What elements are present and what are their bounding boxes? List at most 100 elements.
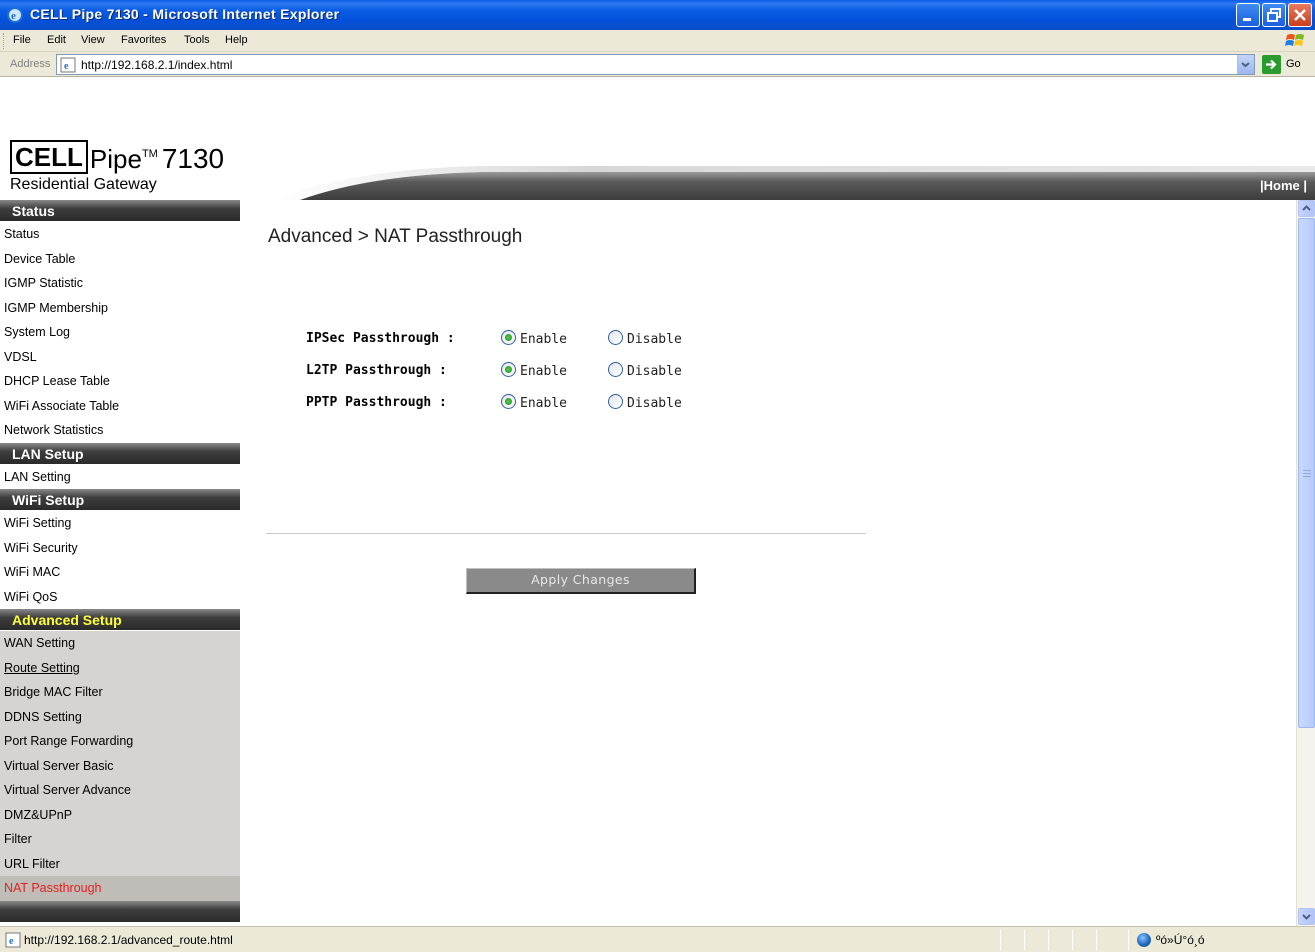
menu-help[interactable]: Help	[225, 34, 248, 46]
logo-tm: TM	[141, 148, 158, 160]
sidebar-item-filter[interactable]: Filter	[0, 827, 240, 852]
sidebar-item-wifi-associate-table[interactable]: WiFi Associate Table	[0, 394, 240, 419]
sidebar-item-port-range-forwarding[interactable]: Port Range Forwarding	[0, 729, 240, 754]
sidebar-item-system-log[interactable]: System Log	[0, 320, 240, 345]
ipsec-enable-radio[interactable]	[501, 330, 516, 345]
page-title: Advanced > NAT Passthrough	[268, 226, 523, 247]
restore-icon	[1267, 8, 1281, 22]
main-content: Advanced > NAT Passthrough IPSec Passthr…	[240, 200, 1296, 926]
window-title: CELL Pipe 7130 - Microsoft Internet Expl…	[30, 6, 340, 22]
status-text: http://192.168.2.1/advanced_route.html	[24, 933, 233, 947]
sidebar-item-network-statistics[interactable]: Network Statistics	[0, 418, 240, 443]
status-separator	[1000, 930, 1001, 950]
l2tp-passthrough-row: L2TP Passthrough : Enable Disable	[306, 361, 806, 381]
sidebar-item-dhcp-lease-table[interactable]: DHCP Lease Table	[0, 369, 240, 394]
status-separator	[1024, 930, 1025, 950]
l2tp-enable-radio[interactable]	[501, 362, 516, 377]
sidebar-item-wifi-setting[interactable]: WiFi Setting	[0, 511, 240, 536]
sidebar-item-vdsl[interactable]: VDSL	[0, 345, 240, 370]
ipsec-passthrough-row: IPSec Passthrough : Enable Disable	[306, 329, 806, 349]
pptp-passthrough-label: PPTP Passthrough :	[306, 395, 447, 410]
l2tp-passthrough-label: L2TP Passthrough :	[306, 363, 447, 378]
status-separator	[1096, 930, 1097, 950]
scroll-up-button[interactable]	[1298, 200, 1315, 217]
sidebar-section-wifi-setup[interactable]: WiFi Setup	[0, 489, 240, 511]
sidebar-item-ddns-setting[interactable]: DDNS Setting	[0, 705, 240, 730]
sidebar-item-wifi-mac[interactable]: WiFi MAC	[0, 560, 240, 585]
ie-page-icon: e	[5, 932, 21, 948]
sidebar-item-virtual-server-basic[interactable]: Virtual Server Basic	[0, 754, 240, 779]
menu-file[interactable]: File	[13, 34, 31, 46]
address-input[interactable]: e http://192.168.2.1/index.html	[56, 54, 1255, 75]
scroll-down-button[interactable]	[1298, 908, 1315, 925]
menu-tools[interactable]: Tools	[184, 34, 210, 46]
sidebar-item-wifi-qos[interactable]: WiFi QoS	[0, 585, 240, 610]
chevron-up-icon	[1302, 205, 1311, 211]
sidebar-item-lan-setting[interactable]: LAN Setting	[0, 465, 240, 490]
ipsec-disable-radio[interactable]	[608, 330, 623, 345]
l2tp-disable-radio[interactable]	[608, 362, 623, 377]
apply-changes-button[interactable]: Apply Changes	[466, 568, 696, 594]
sidebar-item-status[interactable]: Status	[0, 222, 240, 247]
ipsec-disable-label[interactable]: Disable	[627, 332, 682, 347]
sidebar-section-next-partial[interactable]	[0, 900, 240, 923]
status-bar: e http://192.168.2.1/advanced_route.html…	[0, 926, 1315, 952]
sidebar-item-device-table[interactable]: Device Table	[0, 247, 240, 272]
minimize-button[interactable]	[1236, 3, 1260, 27]
svg-text:e: e	[9, 936, 14, 947]
sidebar-item-wan-setting[interactable]: WAN Setting	[0, 631, 240, 656]
internet-zone-icon	[1137, 933, 1151, 947]
scroll-thumb[interactable]	[1298, 218, 1315, 728]
go-button[interactable]: Go	[1262, 55, 1312, 74]
address-label: Address	[10, 58, 51, 70]
sidebar-section-lan-setup[interactable]: LAN Setup	[0, 442, 240, 465]
logo-mark: CELL Pipe TM 7130	[10, 138, 224, 174]
page-viewport: CELL Pipe TM 7130 Residential Gateway |H…	[0, 78, 1315, 926]
status-separator	[1128, 930, 1129, 950]
sidebar-item-bridge-mac-filter[interactable]: Bridge MAC Filter	[0, 680, 240, 705]
maximize-button[interactable]	[1262, 3, 1286, 27]
menu-view[interactable]: View	[81, 34, 105, 46]
l2tp-enable-label[interactable]: Enable	[520, 364, 567, 379]
ipsec-passthrough-label: IPSec Passthrough :	[306, 331, 455, 346]
chevron-down-icon	[1302, 914, 1311, 920]
menu-favorites[interactable]: Favorites	[121, 34, 166, 46]
vertical-scrollbar[interactable]	[1296, 200, 1315, 926]
pptp-disable-label[interactable]: Disable	[627, 396, 682, 411]
home-link[interactable]: |Home |	[1260, 178, 1307, 193]
close-button[interactable]	[1288, 3, 1312, 27]
pptp-enable-label[interactable]: Enable	[520, 396, 567, 411]
status-separator	[1072, 930, 1073, 950]
pptp-passthrough-row: PPTP Passthrough : Enable Disable	[306, 393, 806, 413]
sidebar-item-igmp-statistic[interactable]: IGMP Statistic	[0, 271, 240, 296]
address-dropdown-button[interactable]	[1237, 55, 1254, 74]
sidebar-item-dmz-upnp[interactable]: DMZ&UPnP	[0, 803, 240, 828]
menu-bar: File Edit View Favorites Tools Help	[0, 30, 1315, 52]
sidebar-section-status[interactable]: Status	[0, 200, 240, 222]
svg-text:e: e	[11, 10, 16, 22]
ipsec-enable-label[interactable]: Enable	[520, 332, 567, 347]
sidebar-item-virtual-server-advance[interactable]: Virtual Server Advance	[0, 778, 240, 803]
sidebar-item-nat-passthrough[interactable]: NAT Passthrough	[0, 876, 240, 901]
sidebar-item-route-setting[interactable]: Route Setting	[0, 656, 240, 681]
logo-subtitle: Residential Gateway	[10, 176, 157, 193]
close-icon	[1294, 9, 1306, 21]
pptp-disable-radio[interactable]	[608, 394, 623, 409]
window-titlebar: e CELL Pipe 7130 - Microsoft Internet Ex…	[0, 0, 1315, 30]
sidebar-advanced-group: WAN Setting Route Setting Bridge MAC Fil…	[0, 631, 240, 901]
toolbar-grip	[3, 33, 6, 49]
sidebar-item-igmp-membership[interactable]: IGMP Membership	[0, 296, 240, 321]
l2tp-disable-label[interactable]: Disable	[627, 364, 682, 379]
sidebar-item-wifi-security[interactable]: WiFi Security	[0, 536, 240, 561]
menu-edit[interactable]: Edit	[47, 34, 66, 46]
ie-page-icon: e	[60, 57, 76, 73]
go-label: Go	[1286, 58, 1301, 70]
chevron-down-icon	[1241, 62, 1250, 68]
sidebar-item-url-filter[interactable]: URL Filter	[0, 852, 240, 877]
ie-icon: e	[7, 7, 23, 23]
logo-cell: CELL	[10, 140, 88, 174]
pptp-enable-radio[interactable]	[501, 394, 516, 409]
status-separator	[1048, 930, 1049, 950]
sidebar-section-advanced-setup[interactable]: Advanced Setup	[0, 609, 240, 631]
header-band	[270, 166, 1315, 200]
